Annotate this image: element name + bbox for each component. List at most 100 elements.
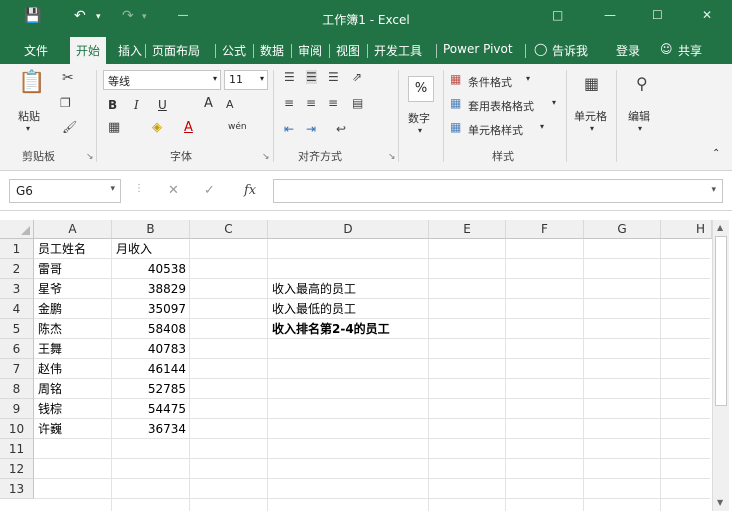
cut-icon[interactable]: ✂ <box>62 70 74 86</box>
paste-dropdown-icon[interactable]: ▾ <box>26 124 30 133</box>
cell-b1[interactable]: 月收入 <box>116 239 152 259</box>
cell-a8[interactable]: 周铭 <box>38 379 62 399</box>
name-box[interactable]: G6 ▾ <box>9 179 121 203</box>
column-header-e[interactable]: E <box>429 220 506 239</box>
align-top-icon[interactable]: ☰ <box>284 70 295 84</box>
row-header-1[interactable]: 1 <box>0 239 34 259</box>
cell-d4[interactable]: 收入最低的员工 <box>272 299 356 319</box>
row-header-7[interactable]: 7 <box>0 359 34 379</box>
tab-file[interactable]: 文件 <box>24 42 48 59</box>
italic-button[interactable]: I <box>134 98 139 112</box>
bold-button[interactable]: B <box>108 98 117 112</box>
align-right-icon[interactable]: ≡ <box>328 96 338 110</box>
cell-a3[interactable]: 星爷 <box>38 279 62 299</box>
row-header-2[interactable]: 2 <box>0 259 34 279</box>
row-header-4[interactable]: 4 <box>0 299 34 319</box>
format-painter-icon[interactable]: 🖌 <box>62 120 77 134</box>
merge-center-icon[interactable]: ▤ <box>352 96 363 110</box>
cells-button[interactable]: 单元格 <box>574 108 607 124</box>
align-bottom-icon[interactable]: ☰ <box>328 70 339 84</box>
cell-b6[interactable]: 40783 <box>112 339 186 359</box>
row-header-13[interactable]: 13 <box>0 479 34 499</box>
share-button[interactable]: 共享 <box>678 42 702 59</box>
scroll-down-icon[interactable]: ▼ <box>717 498 723 507</box>
tab-developer[interactable]: 开发工具 <box>374 42 422 59</box>
tab-home[interactable]: 开始 <box>70 37 107 64</box>
tab-insert[interactable]: 插入 <box>118 42 142 59</box>
column-header-a[interactable]: A <box>34 220 112 239</box>
close-icon[interactable]: ✕ <box>702 8 712 22</box>
cell-b4[interactable]: 35097 <box>112 299 186 319</box>
cell-styles-button[interactable]: 单元格样式 <box>468 122 523 138</box>
minimize-icon[interactable]: — <box>604 8 616 22</box>
ribbon-display-icon[interactable]: □ <box>552 8 563 22</box>
underline-button[interactable]: U <box>158 98 167 112</box>
orientation-icon[interactable]: ⇗ <box>352 70 362 84</box>
cell-b9[interactable]: 54475 <box>112 399 186 419</box>
expand-formula-icon[interactable]: ▾ <box>711 185 716 195</box>
percent-icon[interactable]: % <box>408 76 434 102</box>
paste-icon[interactable]: 📋 <box>18 70 45 95</box>
fill-color-icon[interactable]: ◈ <box>152 120 162 135</box>
cell-b10[interactable]: 36734 <box>112 419 186 439</box>
scroll-up-icon[interactable]: ▲ <box>717 223 723 232</box>
format-as-table-button[interactable]: 套用表格格式 <box>468 98 534 114</box>
column-header-d[interactable]: D <box>268 220 429 239</box>
row-header-12[interactable]: 12 <box>0 459 34 479</box>
clipboard-launcher-icon[interactable]: ↘ <box>86 152 94 162</box>
collapse-ribbon-icon[interactable]: ⌃ <box>712 148 720 159</box>
column-header-b[interactable]: B <box>112 220 190 239</box>
vertical-scrollbar[interactable]: ▲ ▼ <box>712 220 729 511</box>
align-left-icon[interactable]: ≡ <box>284 96 294 110</box>
column-header-f[interactable]: F <box>506 220 584 239</box>
cell-a7[interactable]: 赵伟 <box>38 359 62 379</box>
cell-a5[interactable]: 陈杰 <box>38 319 62 339</box>
font-color-button[interactable]: A <box>184 120 193 135</box>
cell-b5[interactable]: 58408 <box>112 319 186 339</box>
align-middle-icon[interactable]: ☰ <box>306 70 317 84</box>
cell-a10[interactable]: 许巍 <box>38 419 62 439</box>
decrease-indent-icon[interactable]: ⇤ <box>284 122 294 136</box>
cell-a2[interactable]: 雷哥 <box>38 259 62 279</box>
editing-button[interactable]: 编辑 <box>628 108 650 124</box>
row-header-9[interactable]: 9 <box>0 399 34 419</box>
row-header-11[interactable]: 11 <box>0 439 34 459</box>
tab-view[interactable]: 视图 <box>336 42 360 59</box>
column-header-c[interactable]: C <box>190 220 268 239</box>
maximize-icon[interactable]: ☐ <box>652 8 663 22</box>
select-all-button[interactable] <box>0 220 34 239</box>
row-header-3[interactable]: 3 <box>0 279 34 299</box>
sign-in-link[interactable]: 登录 <box>616 42 640 59</box>
tab-review[interactable]: 审阅 <box>298 42 322 59</box>
formula-input[interactable]: ▾ <box>273 179 723 203</box>
cell-d3[interactable]: 收入最高的员工 <box>272 279 356 299</box>
insert-function-button[interactable]: fx <box>244 183 256 198</box>
paste-button[interactable]: 粘贴 <box>18 108 40 124</box>
phonetic-button[interactable]: wén <box>228 122 247 132</box>
cell-a6[interactable]: 王舞 <box>38 339 62 359</box>
conditional-format-button[interactable]: 条件格式 <box>468 74 512 90</box>
tab-page-layout[interactable]: 页面布局 <box>152 42 200 59</box>
number-format-button[interactable]: 数字 <box>408 110 430 126</box>
column-header-g[interactable]: G <box>584 220 661 239</box>
border-icon[interactable]: ▦ <box>108 120 120 135</box>
cell-a4[interactable]: 金鹏 <box>38 299 62 319</box>
row-header-6[interactable]: 6 <box>0 339 34 359</box>
tab-data[interactable]: 数据 <box>260 42 284 59</box>
tab-power-pivot[interactable]: Power Pivot <box>443 42 513 56</box>
cell-b7[interactable]: 46144 <box>112 359 186 379</box>
column-header-h[interactable]: H <box>661 220 712 239</box>
alignment-launcher-icon[interactable]: ↘ <box>388 152 396 162</box>
font-size-combo[interactable]: 11 ▾ <box>224 70 268 90</box>
cell-a1[interactable]: 员工姓名 <box>38 239 86 259</box>
font-launcher-icon[interactable]: ↘ <box>262 152 270 162</box>
cell-a9[interactable]: 钱棕 <box>38 399 62 419</box>
tell-me-search[interactable]: 告诉我 <box>552 42 588 59</box>
cell-d5[interactable]: 收入排名第2-4的员工 <box>272 319 390 339</box>
align-center-icon[interactable]: ≡ <box>306 96 316 110</box>
copy-icon[interactable]: ❐ <box>60 96 71 110</box>
increase-indent-icon[interactable]: ⇥ <box>306 122 316 136</box>
font-name-combo[interactable]: 等线 ▾ <box>103 70 221 90</box>
row-header-5[interactable]: 5 <box>0 319 34 339</box>
shrink-font-button[interactable]: A <box>226 98 234 111</box>
